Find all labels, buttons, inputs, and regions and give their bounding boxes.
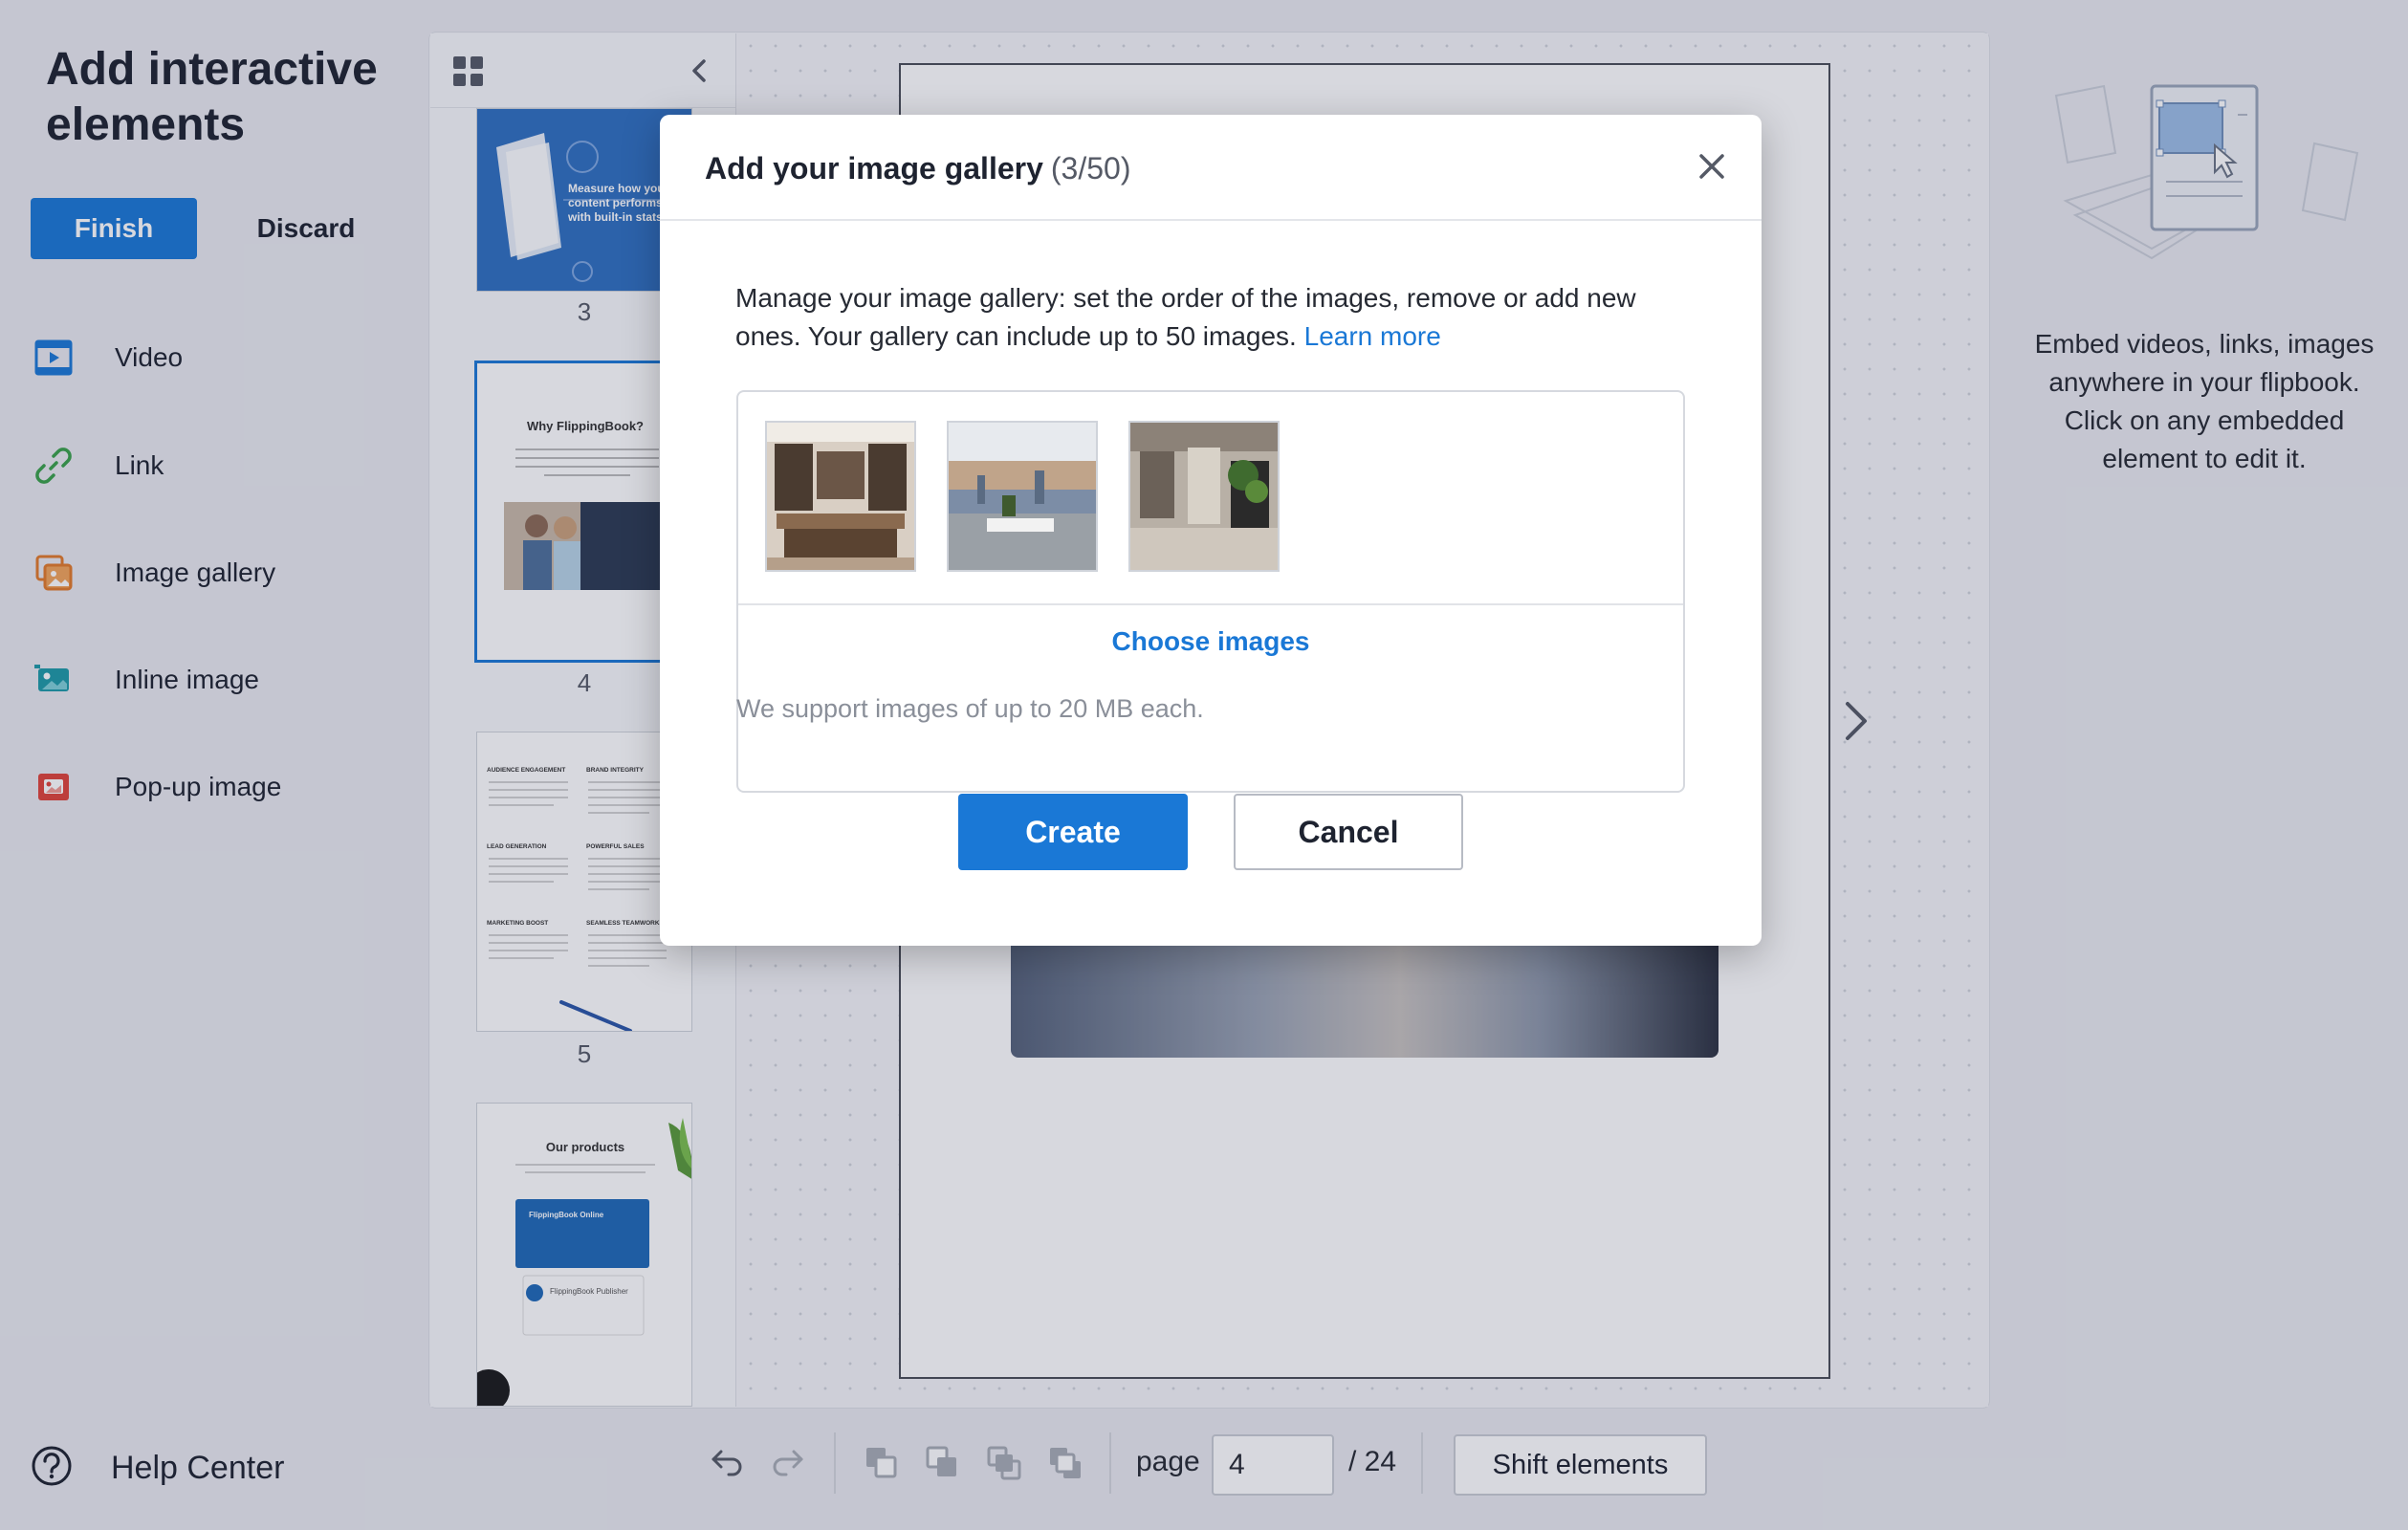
gallery-image-2[interactable] [947,421,1098,572]
gallery-image-1-art [767,423,914,570]
choose-images-button[interactable]: Choose images [738,605,1683,678]
image-count: (3/50) [1050,151,1131,186]
gallery-image-2-art [949,423,1096,570]
gallery-image-3-art [1130,423,1278,570]
dialog-header: Add your image gallery (3/50) [660,115,1762,221]
learn-more-link[interactable]: Learn more [1304,321,1441,351]
support-note: We support images of up to 20 MB each. [736,694,1204,723]
gallery-images-box: Choose images [736,390,1685,793]
image-gallery-dialog: Add your image gallery (3/50) Manage your… [660,115,1762,946]
dialog-description: Manage your image gallery: set the order… [735,279,1701,356]
cancel-button[interactable]: Cancel [1234,794,1463,870]
close-icon [1697,152,1726,186]
gallery-image-1[interactable] [765,421,916,572]
dialog-description-text: Manage your image gallery: set the order… [735,283,1636,351]
dialog-title-text: Add your image gallery [705,151,1043,186]
close-dialog-button[interactable] [1691,147,1733,189]
gallery-image-3[interactable] [1128,421,1280,572]
dialog-title: Add your image gallery (3/50) [705,151,1130,186]
create-button[interactable]: Create [958,794,1188,870]
